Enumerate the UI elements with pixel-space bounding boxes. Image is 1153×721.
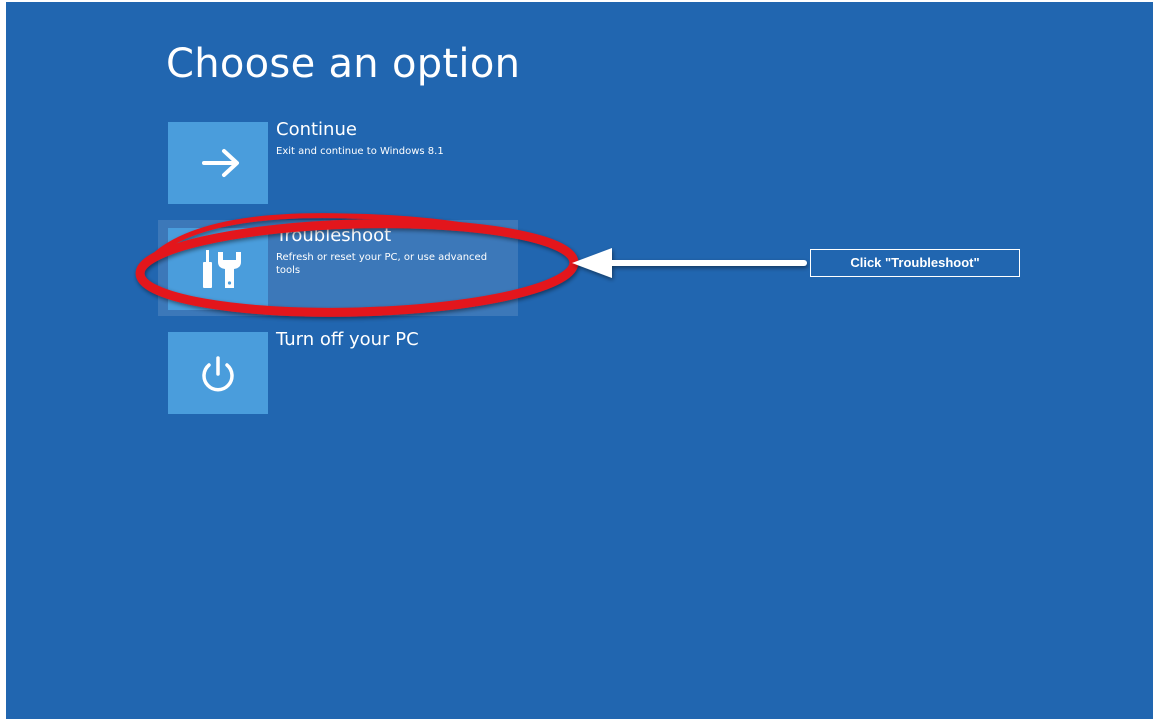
power-icon	[202, 356, 234, 392]
troubleshoot-tile[interactable]	[168, 228, 268, 310]
callout-arrow	[572, 248, 807, 278]
turn-off-label: Turn off your PC	[276, 329, 419, 350]
page-title: Choose an option	[166, 41, 521, 87]
troubleshoot-description: Refresh or reset your PC, or use advance…	[276, 252, 488, 276]
tools-icon	[203, 250, 241, 288]
callout-label: Click "Troubleshoot"	[810, 249, 1020, 277]
continue-option[interactable]: Continue Exit and continue to Windows 8.…	[158, 114, 518, 210]
troubleshoot-option[interactable]: Troubleshoot Refresh or reset your PC, o…	[158, 220, 518, 316]
troubleshoot-label: Troubleshoot	[276, 225, 392, 246]
continue-description: Exit and continue to Windows 8.1	[276, 146, 444, 157]
turn-off-tile[interactable]	[168, 332, 268, 414]
turn-off-option[interactable]: Turn off your PC	[158, 324, 518, 420]
arrow-right-icon	[202, 149, 239, 177]
recovery-screen: Choose an option Continue Exit and conti…	[6, 2, 1153, 719]
continue-label: Continue	[276, 119, 357, 140]
continue-tile[interactable]	[168, 122, 268, 204]
